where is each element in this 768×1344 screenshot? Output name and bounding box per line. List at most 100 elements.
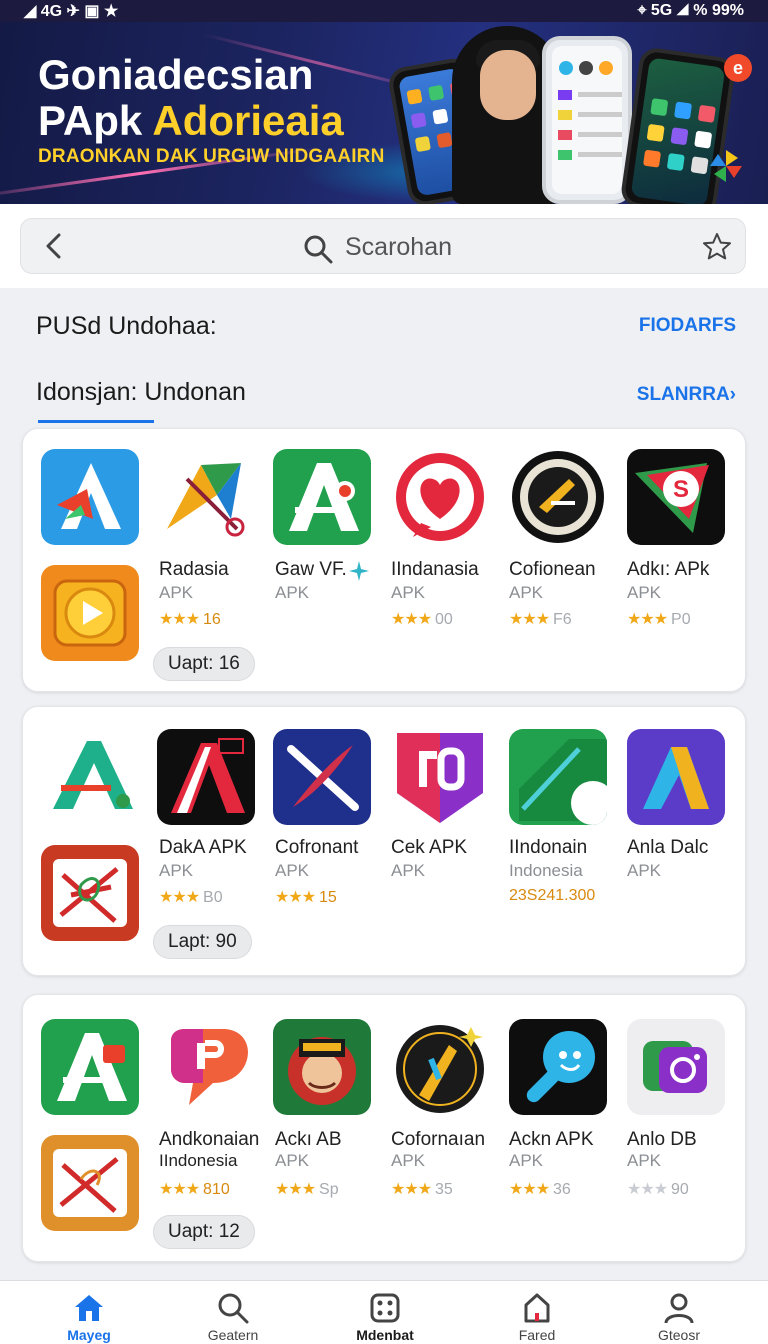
app-rating: ★★★ 15 <box>275 887 337 907</box>
app-name[interactable]: DakA APK <box>159 837 247 859</box>
search-input[interactable]: Scarohan <box>345 233 452 262</box>
section-title-indonesian: Idonsjan: Undonan <box>36 378 246 406</box>
app-icon-a-teal[interactable] <box>41 729 139 825</box>
nav-updates[interactable]: Fared <box>482 1291 592 1343</box>
app-name[interactable]: Cofionean <box>509 559 596 581</box>
app-icon-a-gradient[interactable] <box>627 729 725 825</box>
rating-value: 16 <box>203 611 221 628</box>
rating-value: 36 <box>553 1181 571 1198</box>
app-type: APK <box>391 1151 426 1170</box>
app-type: APK <box>509 583 544 602</box>
nav-games[interactable]: Mdenbat <box>330 1291 440 1343</box>
app-icon-scribble[interactable] <box>41 845 139 941</box>
app-type: APK <box>627 1151 662 1170</box>
banner-title-part-a: PApk <box>38 97 153 144</box>
nav-label: Mayeg <box>67 1327 111 1343</box>
app-icon-a-green[interactable] <box>273 449 371 545</box>
app-extra-value: 23S241.300 <box>509 887 595 905</box>
star-rating-icon: ★★★ <box>159 1181 200 1198</box>
app-type: IIndonesia <box>159 1151 238 1170</box>
app-rating: ★★★ F6 <box>509 609 572 629</box>
nav-label: Geatern <box>207 1327 259 1343</box>
notification-icon <box>524 1293 550 1323</box>
nav-label: Mdenbat <box>356 1327 414 1343</box>
star-rating-icon: ★★★ <box>275 889 316 906</box>
search-bar[interactable]: Scarohan <box>20 218 746 274</box>
banner-title: Goniadecsian PApk Adorieaia <box>38 52 344 144</box>
search-section: Scarohan <box>0 204 768 288</box>
app-name[interactable]: IIndanasia <box>391 559 479 581</box>
nav-home[interactable]: Mayeg <box>34 1291 144 1343</box>
app-name[interactable]: Radasia <box>159 559 229 581</box>
app-rating: ★★★ 36 <box>509 1179 571 1199</box>
status-bar: ◢ 4G ✈ ▣ ★ ⌖ 5G ◢ % 99% <box>0 0 768 22</box>
update-pill[interactable]: Lapt: 90 <box>153 925 252 959</box>
app-type: APK <box>627 861 662 880</box>
app-icon-emblem-2[interactable] <box>391 1019 489 1115</box>
app-icon-x-blades[interactable] <box>273 729 371 825</box>
app-icon-camera-gradient[interactable] <box>627 1019 725 1115</box>
nav-search[interactable]: Geatern <box>178 1291 288 1343</box>
app-icon-scribble-2[interactable] <box>41 1135 139 1231</box>
banner-tagline: DRAONKAN DAK URGIW NIDGAAIRN <box>38 146 385 167</box>
update-pill[interactable]: Uapt: 16 <box>153 647 255 681</box>
bottom-navigation: Mayeg Geatern Mdenbat Fared Gteosr <box>0 1280 768 1344</box>
rating-value: B0 <box>203 889 223 906</box>
app-name[interactable]: Cofornaıan <box>391 1129 485 1151</box>
app-type: APK <box>391 861 426 880</box>
app-rating: ★★★ P0 <box>627 609 691 629</box>
phone-screen <box>552 46 622 194</box>
app-icon-origami[interactable] <box>157 449 255 545</box>
nav-account[interactable]: Gteosr <box>624 1291 734 1343</box>
app-type: Indonesia <box>509 861 583 880</box>
app-icon-chat-gradient[interactable] <box>157 1019 255 1115</box>
app-type: APK <box>509 1151 544 1170</box>
app-icon-a-green-2[interactable] <box>41 1019 139 1115</box>
rating-value: 15 <box>319 889 337 906</box>
app-icon-s-shield[interactable]: S <box>627 449 725 545</box>
app-type: APK <box>275 583 310 602</box>
app-card-row-1: Uapt: 16 Radasia APK ★★★ 16 Gaw VF. APK I… <box>22 428 746 692</box>
back-arrow-icon[interactable] <box>37 229 71 263</box>
app-name[interactable]: Ackn APK <box>509 1129 594 1151</box>
app-rating: ★★★ Sp <box>275 1179 339 1199</box>
section-link-see-all[interactable]: SLANRRA› <box>637 384 736 406</box>
rating-value: Sp <box>319 1181 339 1198</box>
favorite-star-icon[interactable] <box>701 231 733 263</box>
section-link-popular[interactable]: FIODARFS <box>639 315 736 337</box>
app-rating: ★★★ 35 <box>391 1179 453 1199</box>
app-name[interactable]: Gaw VF. <box>275 559 347 581</box>
app-icon-portrait[interactable] <box>273 1019 371 1115</box>
app-name[interactable]: Cek APK <box>391 837 467 859</box>
app-name[interactable]: Cofronant <box>275 837 358 859</box>
status-icons-left: ◢ 4G ✈ ▣ ★ <box>24 3 119 20</box>
section-tab-underline <box>38 420 154 423</box>
brand-badge: e <box>724 54 752 82</box>
star-rating-icon: ★★★ <box>159 889 200 906</box>
nav-label: Gteosr <box>657 1327 700 1343</box>
app-icon-shield-purple[interactable] <box>391 729 489 825</box>
profile-icon <box>664 1293 694 1324</box>
app-icon-pen-green[interactable] <box>509 729 607 825</box>
app-icon-a-black[interactable] <box>157 729 255 825</box>
app-name[interactable]: Anla Dalc <box>627 837 708 859</box>
app-icon-emblem[interactable] <box>509 449 607 545</box>
star-rating-icon: ★★★ <box>275 1181 316 1198</box>
app-rating: ★★★ 16 <box>159 609 221 629</box>
app-name[interactable]: IIndonain <box>509 837 587 859</box>
search-icon <box>218 1293 249 1324</box>
sparkle-arrow-icon <box>349 561 369 581</box>
app-icon-heart-chat[interactable] <box>391 449 489 545</box>
promo-banner[interactable]: Goniadecsian PApk Adorieaia DRAONKAN DAK… <box>0 22 768 204</box>
app-icon-a-blue[interactable] <box>41 449 139 545</box>
app-name[interactable]: Ackı AB <box>275 1129 342 1151</box>
update-pill[interactable]: Uapt: 12 <box>153 1215 255 1249</box>
app-rating: ★★★ B0 <box>159 887 223 907</box>
app-name[interactable]: Andkonaian <box>159 1129 259 1151</box>
app-name[interactable]: Anlo DB <box>627 1129 697 1151</box>
app-icon-play[interactable] <box>41 565 139 661</box>
app-name[interactable]: Adkı: APk <box>627 559 709 581</box>
app-icon-blue-key[interactable] <box>509 1019 607 1115</box>
star-rating-icon: ★★★ <box>627 1181 668 1198</box>
rating-value: 810 <box>203 1181 230 1198</box>
